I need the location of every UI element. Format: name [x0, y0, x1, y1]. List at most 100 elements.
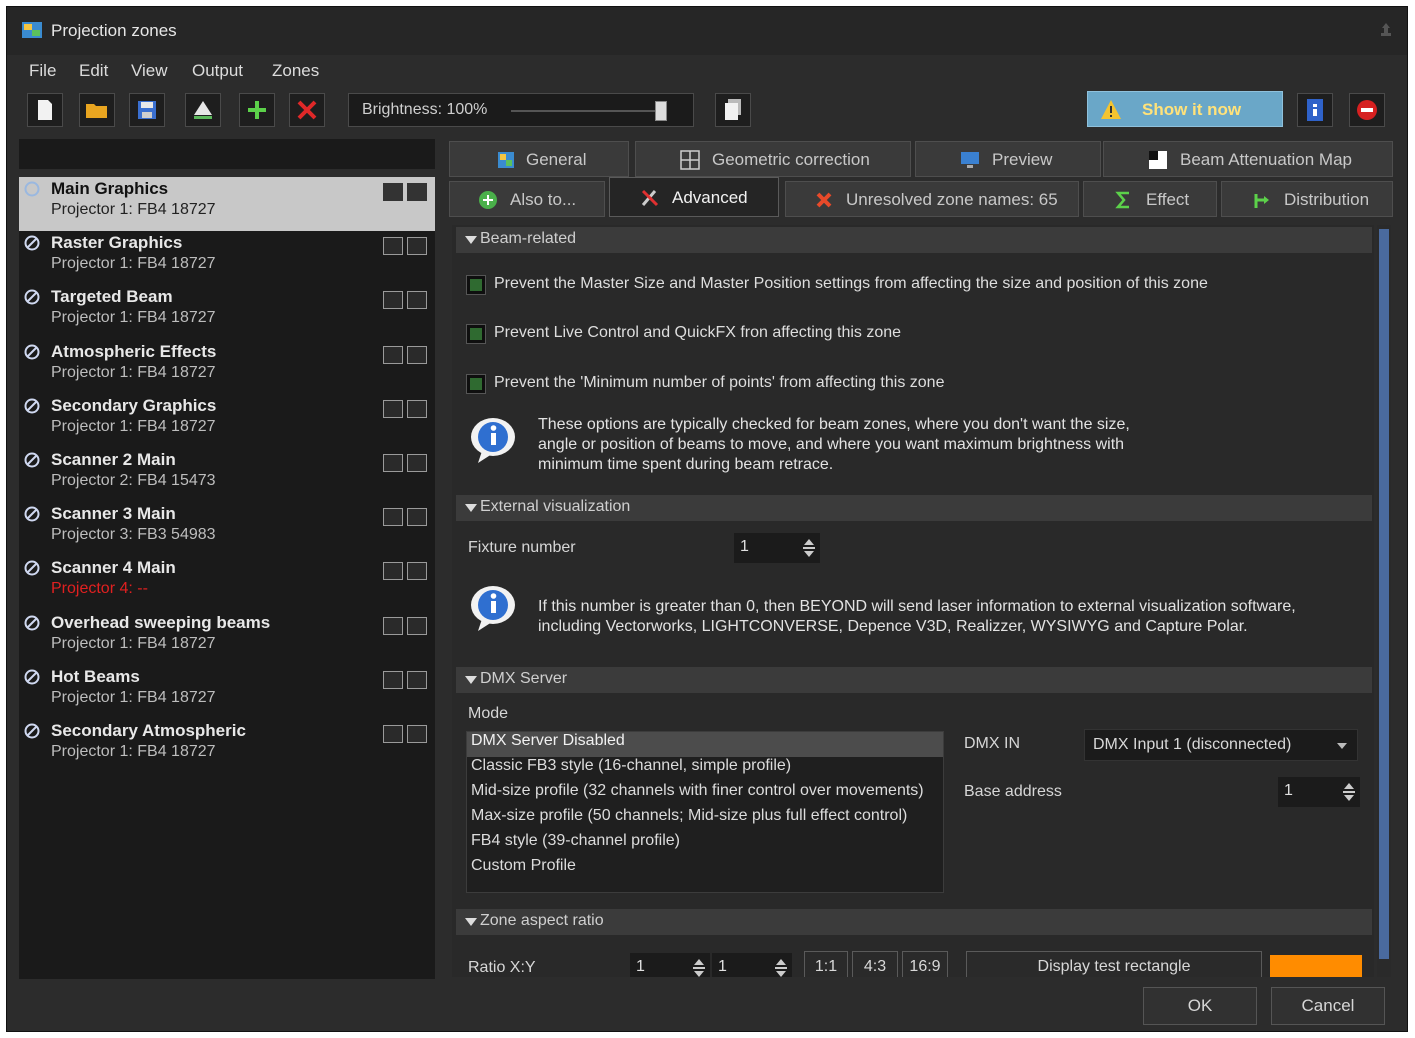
dmx-mode-option[interactable]: Custom Profile: [471, 857, 576, 875]
dmx-mode-option[interactable]: Mid-size profile (32 channels with finer…: [471, 782, 924, 800]
ok-button[interactable]: OK: [1143, 987, 1257, 1025]
zone-toggle-a[interactable]: [383, 399, 403, 418]
tab-also-to-label: Also to...: [510, 190, 577, 209]
prevent-master-size-checkbox[interactable]: [466, 275, 486, 295]
ratio-y-stepper[interactable]: 1: [712, 953, 792, 977]
zone-list-item[interactable]: Scanner 3 Main Projector 3: FB3 54983: [19, 502, 435, 556]
fixture-number-stepper[interactable]: 1: [734, 533, 820, 563]
zone-filter-bar[interactable]: [19, 139, 435, 169]
prevent-live-control-label: Prevent Live Control and QuickFX fron af…: [494, 324, 902, 341]
prevent-master-size-label: Prevent the Master Size and Master Posit…: [494, 275, 1208, 292]
zone-toggle-b[interactable]: [407, 183, 427, 201]
add-zone-button[interactable]: [239, 93, 275, 127]
zone-list-item[interactable]: Main Graphics Projector 1: FB4 18727: [19, 177, 435, 231]
zone-list-item[interactable]: Hot Beams Projector 1: FB4 18727: [19, 665, 435, 719]
zone-toggle-b[interactable]: [407, 454, 427, 472]
zone-toggle-a[interactable]: [383, 616, 403, 635]
prevent-minimum-points-checkbox[interactable]: [466, 374, 486, 394]
stepper-arrows-icon[interactable]: [1342, 781, 1356, 803]
dmx-mode-option[interactable]: FB4 style (39-channel profile): [471, 832, 680, 850]
zone-toggle-b[interactable]: [407, 725, 427, 743]
zone-list-item[interactable]: Targeted Beam Projector 1: FB4 18727: [19, 285, 435, 339]
menu-zones[interactable]: Zones: [272, 61, 319, 81]
delete-zone-button[interactable]: [289, 93, 325, 127]
dmx-mode-list[interactable]: DMX Server Disabled Classic FB3 style (16…: [466, 731, 944, 893]
stepper-arrows-icon[interactable]: [802, 537, 816, 559]
zone-list-item[interactable]: Overhead sweeping beams Projector 1: FB4 …: [19, 611, 435, 665]
zone-list-item[interactable]: Secondary Graphics Projector 1: FB4 18727: [19, 394, 435, 448]
tab-beam-attenuation-map[interactable]: Beam Attenuation Map: [1103, 141, 1393, 177]
zone-toggle-a[interactable]: [383, 291, 403, 310]
ratio-16-9-button[interactable]: 16:9: [902, 951, 948, 977]
zone-toggle-a[interactable]: [383, 508, 403, 527]
pin-icon[interactable]: [1377, 21, 1395, 39]
dmx-in-dropdown[interactable]: DMX Input 1 (disconnected): [1084, 729, 1358, 761]
zone-toggle-a[interactable]: [383, 725, 403, 743]
zone-toggle-b[interactable]: [407, 345, 427, 364]
tab-preview[interactable]: Preview: [915, 141, 1101, 177]
zone-projector: Projector 1: FB4 18727: [51, 363, 216, 381]
tab-also-to[interactable]: Also to...: [449, 181, 605, 217]
zone-toggle-b[interactable]: [407, 562, 427, 581]
stop-button[interactable]: [1349, 93, 1385, 127]
ratio-x-stepper[interactable]: 1: [630, 953, 710, 977]
base-address-stepper[interactable]: 1: [1278, 777, 1360, 807]
menu-view[interactable]: View: [131, 61, 168, 81]
dmx-mode-option[interactable]: Max-size profile (50 channels; Mid-size …: [471, 807, 907, 825]
tab-general[interactable]: General: [449, 141, 629, 177]
zone-toggle-b[interactable]: [407, 508, 427, 527]
zone-list-item[interactable]: Scanner 2 Main Projector 2: FB4 15473: [19, 448, 435, 502]
ratio-4-3-button[interactable]: 4:3: [852, 951, 898, 977]
zone-toggle-b[interactable]: [407, 291, 427, 310]
menu-output[interactable]: Output: [192, 61, 243, 81]
dmx-mode-option[interactable]: DMX Server Disabled: [467, 732, 943, 757]
content-scrollbar[interactable]: [1377, 225, 1391, 977]
show-it-now-button[interactable]: Show it now: [1087, 91, 1283, 127]
new-file-icon: [38, 100, 52, 120]
brightness-slider-thumb[interactable]: [655, 101, 667, 121]
tab-advanced[interactable]: Advanced: [609, 177, 779, 217]
tab-effect[interactable]: Effect: [1083, 181, 1217, 217]
copy-button[interactable]: [715, 93, 751, 127]
save-icon: [138, 101, 156, 119]
save-button[interactable]: [129, 93, 165, 127]
test-rectangle-color-swatch[interactable]: [1270, 955, 1362, 977]
zone-toggle-a[interactable]: [383, 183, 403, 201]
scrollbar-thumb[interactable]: [1379, 229, 1389, 959]
dmx-server-header[interactable]: DMX Server: [456, 667, 1372, 693]
stepper-arrows-icon[interactable]: [692, 957, 706, 977]
stepper-arrows-icon[interactable]: [774, 957, 788, 977]
zone-list-item[interactable]: Raster Graphics Projector 1: FB4 18727: [19, 231, 435, 285]
external-visualization-header[interactable]: External visualization: [456, 495, 1372, 521]
zone-toggle-b[interactable]: [407, 399, 427, 418]
prevent-live-control-checkbox[interactable]: [466, 324, 486, 344]
zone-list-item[interactable]: Secondary Atmospheric Projector 1: FB4 18…: [19, 719, 435, 773]
zone-toggle-a[interactable]: [383, 237, 403, 256]
zone-toggle-a[interactable]: [383, 454, 403, 472]
zone-list-item[interactable]: Atmospheric Effects Projector 1: FB4 1872…: [19, 340, 435, 394]
zone-aspect-ratio-header[interactable]: Zone aspect ratio: [456, 909, 1372, 935]
zone-toggle-b[interactable]: [407, 237, 427, 256]
open-button[interactable]: [79, 93, 115, 127]
new-button[interactable]: [27, 93, 63, 127]
zone-toggle-b[interactable]: [407, 670, 427, 689]
menu-file[interactable]: File: [29, 61, 56, 81]
tab-distribution[interactable]: Distribution: [1221, 181, 1393, 217]
menu-edit[interactable]: Edit: [79, 61, 108, 81]
display-test-rectangle-button[interactable]: Display test rectangle: [966, 951, 1262, 977]
zone-toggle-a[interactable]: [383, 562, 403, 581]
tab-geometric-correction[interactable]: Geometric correction: [635, 141, 911, 177]
beam-related-header[interactable]: Beam-related: [456, 227, 1372, 253]
cancel-button[interactable]: Cancel: [1271, 987, 1385, 1025]
zone-toggle-a[interactable]: [383, 345, 403, 364]
error-x-icon: [816, 192, 832, 208]
tab-unresolved-zone-names[interactable]: Unresolved zone names: 65: [785, 181, 1079, 217]
zone-toggle-b[interactable]: [407, 616, 427, 635]
dmx-mode-option[interactable]: Classic FB3 style (16-channel, simple pr…: [471, 757, 791, 775]
brightness-slider-track[interactable]: [511, 110, 661, 112]
zone-toggle-a[interactable]: [383, 670, 403, 689]
upload-button[interactable]: [185, 93, 221, 127]
zone-list-item[interactable]: Scanner 4 Main Projector 4: --: [19, 556, 435, 610]
ratio-1-1-button[interactable]: 1:1: [804, 951, 848, 977]
help-button[interactable]: [1297, 93, 1333, 127]
